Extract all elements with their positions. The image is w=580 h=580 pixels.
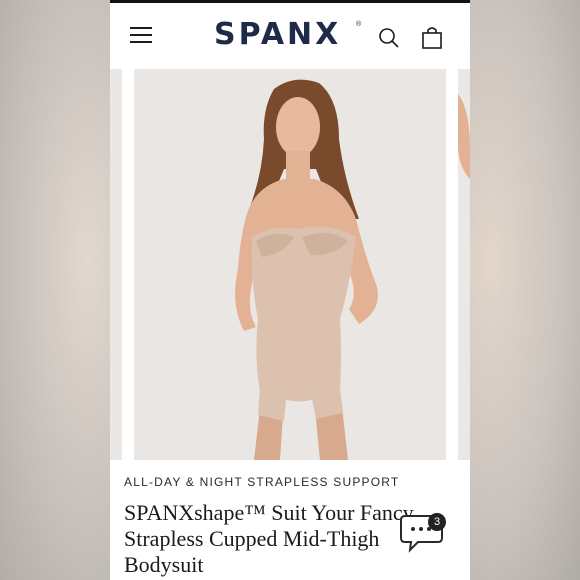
site-header: SPANX ® — [110, 3, 470, 69]
product-info: ALL-DAY & NIGHT STRAPLESS SUPPORT SPANXs… — [110, 460, 470, 580]
background-blur-left — [0, 0, 110, 580]
product-title-line: SPANXshape™ Suit Your Fancy — [124, 500, 414, 525]
model-photo — [134, 69, 446, 460]
previous-image-slide[interactable] — [110, 69, 128, 460]
background-blur-right — [470, 0, 580, 580]
product-title-line: Strapless Cupped Mid-Thigh — [124, 526, 380, 551]
next-slide-preview — [452, 69, 470, 460]
hamburger-menu-icon[interactable] — [130, 27, 152, 45]
product-image-main[interactable] — [134, 69, 446, 460]
product-title: SPANXshape™ Suit Your Fancy Strapless Cu… — [124, 500, 424, 578]
phone-screen: SPANX ® ALL-DAY & NIGHT STRAPLESS SUPPOR… — [110, 0, 470, 580]
product-image-gallery[interactable] — [110, 69, 470, 460]
shopping-bag-icon[interactable] — [421, 26, 443, 50]
search-icon[interactable] — [378, 27, 400, 49]
brand-logo[interactable]: SPANX — [214, 17, 341, 52]
product-title-line: Bodysuit — [124, 552, 204, 577]
next-image-slide[interactable] — [452, 69, 470, 460]
registered-mark: ® — [356, 21, 362, 28]
product-eyebrow: ALL-DAY & NIGHT STRAPLESS SUPPORT — [124, 475, 400, 489]
chat-notification-badge: 3 — [428, 513, 446, 531]
